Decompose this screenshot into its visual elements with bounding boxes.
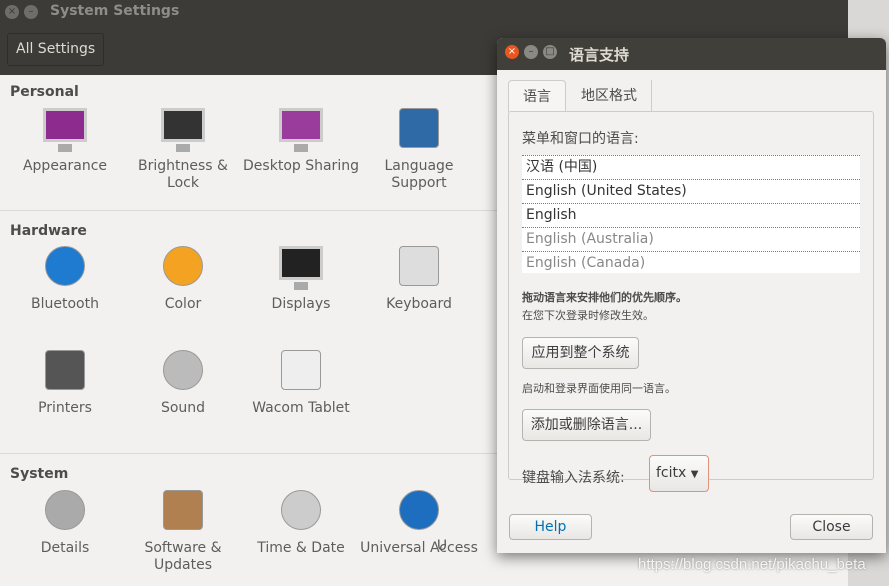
input-method-select[interactable]: fcitx ▼ bbox=[649, 455, 709, 492]
software-icon bbox=[159, 490, 207, 534]
apply-hint: 启动和登录界面使用同一语言。 bbox=[522, 382, 676, 395]
add-remove-languages-button[interactable]: 添加或删除语言... bbox=[522, 409, 651, 441]
settings-item[interactable]: Brightness & Lock bbox=[124, 108, 242, 192]
language-panel: 菜单和窗口的语言: 汉语 (中国) English (United States)… bbox=[508, 111, 874, 492]
settings-item[interactable]: Sound bbox=[124, 350, 242, 417]
settings-item-label: Language Support bbox=[384, 158, 454, 191]
menu-language-label: 菜单和窗口的语言: bbox=[522, 131, 639, 147]
sound-icon bbox=[159, 350, 207, 394]
settings-item-label: Time & Date bbox=[257, 540, 345, 556]
gear-icon bbox=[41, 490, 89, 534]
close-dialog-button[interactable]: Close bbox=[790, 514, 873, 540]
dialog-minimize-button[interactable]: – bbox=[524, 45, 538, 59]
dialog-title-bar: × – □ 语言支持 bbox=[497, 38, 886, 70]
displays-icon bbox=[277, 246, 325, 290]
language-item[interactable]: 汉语 (中国) bbox=[522, 155, 860, 179]
desktop-sharing-icon bbox=[277, 108, 325, 152]
settings-item[interactable]: Printers bbox=[6, 350, 124, 417]
settings-item[interactable]: Bluetooth bbox=[6, 246, 124, 313]
settings-item[interactable]: Keyboard bbox=[360, 246, 478, 313]
drag-hint: 拖动语言来安排他们的优先顺序。 bbox=[522, 291, 687, 304]
settings-item-label: Displays bbox=[271, 296, 331, 312]
settings-item[interactable]: Details bbox=[6, 490, 124, 557]
settings-item[interactable]: Desktop Sharing bbox=[242, 108, 360, 175]
settings-item-label: Details bbox=[40, 540, 90, 556]
section-hardware: Hardware bbox=[10, 223, 87, 239]
printer-icon bbox=[41, 350, 89, 394]
section-personal: Personal bbox=[10, 84, 79, 100]
settings-item[interactable]: Language Support bbox=[360, 108, 478, 192]
settings-item[interactable]: Color bbox=[124, 246, 242, 313]
input-method-value: fcitx bbox=[656, 465, 687, 481]
apply-system-wide-button[interactable]: 应用到整个系统 bbox=[522, 337, 639, 369]
settings-item-label: Sound bbox=[160, 400, 206, 416]
bluetooth-icon bbox=[41, 246, 89, 290]
settings-item[interactable]: Time & Date bbox=[242, 490, 360, 557]
settings-item-label: Universal Access bbox=[360, 540, 478, 556]
color-icon bbox=[159, 246, 207, 290]
appearance-icon bbox=[41, 108, 89, 152]
settings-item-label: Wacom Tablet bbox=[252, 400, 350, 416]
settings-item[interactable]: Wacom Tablet bbox=[242, 350, 360, 417]
wacom-icon bbox=[277, 350, 325, 394]
help-button[interactable]: Help bbox=[509, 514, 592, 540]
settings-item-label: Keyboard bbox=[386, 296, 452, 312]
minimize-button[interactable]: – bbox=[24, 5, 38, 19]
settings-item-label: Printers bbox=[38, 400, 92, 416]
language-item[interactable]: English (Australia) bbox=[522, 227, 860, 251]
accessibility-icon bbox=[395, 490, 443, 534]
section-system: System bbox=[10, 466, 69, 482]
lock-icon bbox=[159, 108, 207, 152]
window-title: System Settings bbox=[50, 3, 180, 19]
settings-item-label: Software & Updates bbox=[144, 540, 222, 573]
relogin-hint: 在您下次登录时修改生效。 bbox=[522, 309, 654, 322]
all-settings-button[interactable]: All Settings bbox=[7, 33, 105, 66]
watermark: https://blog.csdn.net/pikachu_beta bbox=[638, 556, 866, 573]
language-list[interactable]: 汉语 (中国) English (United States) English Eng… bbox=[522, 155, 860, 273]
tab-regional-formats[interactable]: 地区格式 bbox=[567, 80, 652, 112]
settings-item[interactable]: Universal Access bbox=[360, 490, 478, 557]
dialog-title: 语言支持 bbox=[569, 46, 630, 64]
settings-item-label: Desktop Sharing bbox=[243, 158, 359, 174]
clock-icon bbox=[277, 490, 325, 534]
keyboard-icon bbox=[395, 246, 443, 290]
settings-item-label: U bbox=[436, 538, 448, 554]
language-item[interactable]: English (Canada) bbox=[522, 251, 860, 273]
dialog-maximize-button[interactable]: □ bbox=[543, 45, 557, 59]
settings-item[interactable]: Software & Updates bbox=[124, 490, 242, 574]
language-support-dialog: × – □ 语言支持 语言 地区格式 菜单和窗口的语言: 汉语 (中国) Engl… bbox=[497, 38, 886, 553]
settings-item[interactable]: Displays bbox=[242, 246, 360, 313]
input-method-label: 键盘输入法系统: bbox=[522, 470, 625, 486]
close-button[interactable]: × bbox=[5, 5, 19, 19]
settings-item[interactable]: Appearance bbox=[6, 108, 124, 175]
tab-language[interactable]: 语言 bbox=[508, 80, 566, 112]
language-item[interactable]: English bbox=[522, 203, 860, 227]
settings-item-label: Brightness & Lock bbox=[138, 158, 228, 191]
dialog-close-button[interactable]: × bbox=[505, 45, 519, 59]
language-item[interactable]: English (United States) bbox=[522, 179, 860, 203]
settings-item-label: Bluetooth bbox=[31, 296, 99, 312]
dropdown-arrow-icon: ▼ bbox=[690, 469, 699, 480]
settings-item[interactable]: U bbox=[432, 538, 452, 555]
settings-item-label: Appearance bbox=[22, 158, 108, 174]
language-flag-icon bbox=[395, 108, 443, 152]
settings-item-label: Color bbox=[164, 296, 202, 312]
